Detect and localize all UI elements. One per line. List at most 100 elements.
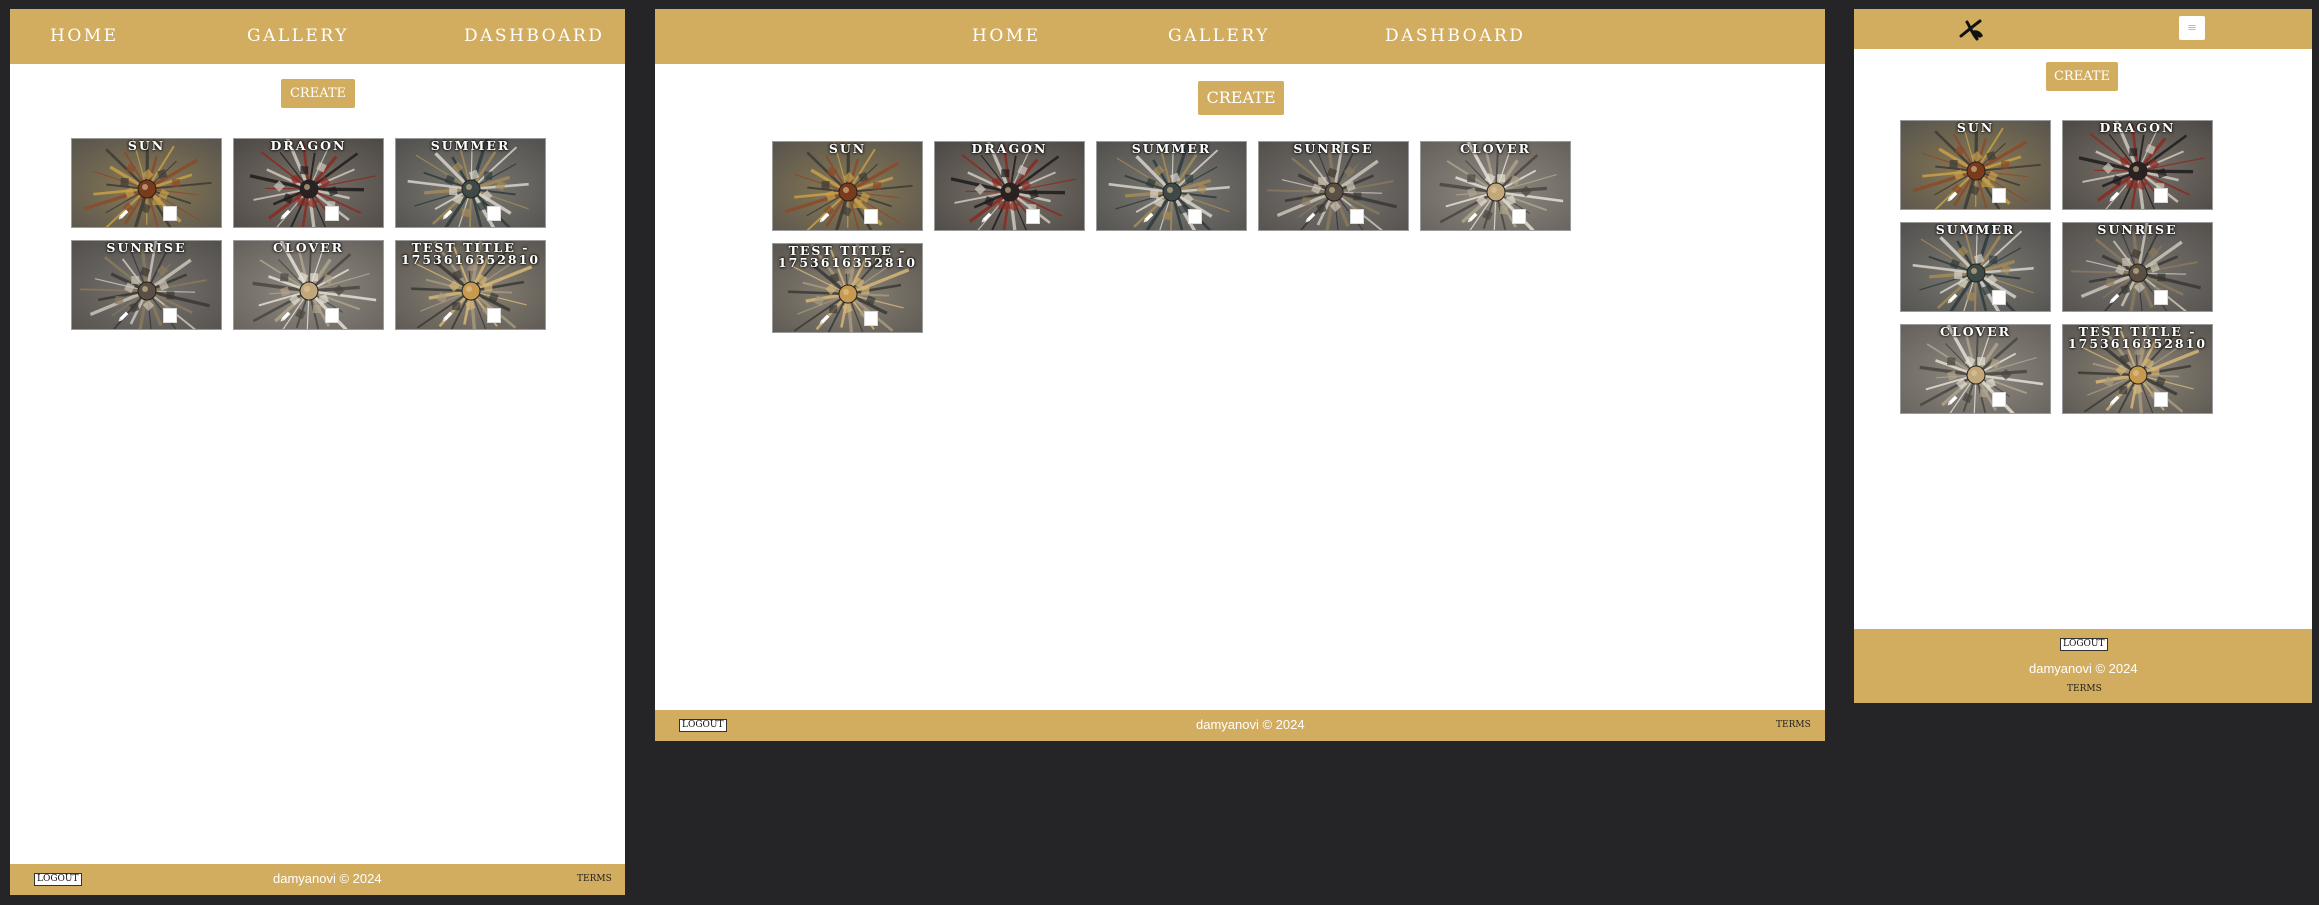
- card-title: Dragon: [270, 138, 347, 153]
- footer: Logout damyanovi © 2024 Terms: [1854, 629, 2312, 703]
- logout-button[interactable]: Logout: [2060, 638, 2108, 651]
- nav-gallery-link[interactable]: Gallery: [1168, 9, 1270, 64]
- delete-checkbox[interactable]: [163, 308, 177, 323]
- terms-link[interactable]: Terms: [2067, 684, 2102, 694]
- gallery-card[interactable]: Sunrise: [71, 240, 222, 330]
- gallery-card[interactable]: Clover: [233, 240, 384, 330]
- delete-checkbox[interactable]: [1992, 290, 2006, 305]
- gallery-card[interactable]: Dragon: [2062, 120, 2213, 210]
- pencil-icon[interactable]: [1466, 211, 1479, 224]
- gallery-card[interactable]: Test Title - 1753616352810: [2062, 324, 2213, 414]
- card-title: Clover: [272, 240, 345, 255]
- pencil-icon[interactable]: [1142, 211, 1155, 224]
- delete-checkbox[interactable]: [1188, 209, 1202, 224]
- footer: Logout damyanovi © 2024 Terms: [655, 710, 1825, 741]
- delete-checkbox[interactable]: [325, 206, 339, 221]
- delete-checkbox[interactable]: [487, 206, 501, 221]
- pencil-icon[interactable]: [279, 310, 292, 323]
- delete-checkbox[interactable]: [2154, 290, 2168, 305]
- card-title: Sun: [828, 141, 867, 156]
- card-title: Sunrise: [2097, 222, 2178, 237]
- pencil-icon[interactable]: [1946, 190, 1959, 203]
- nav-dashboard-link[interactable]: Dashboard: [1385, 9, 1525, 64]
- brand-logo-icon[interactable]: [1958, 17, 1986, 43]
- card-title: Summer: [430, 138, 511, 153]
- navbar: ≡: [1854, 9, 2312, 49]
- card-title: Dragon: [971, 141, 1048, 156]
- create-button[interactable]: Create: [1198, 81, 1284, 115]
- gallery-card[interactable]: Test Title - 1753616352810: [395, 240, 546, 330]
- pencil-icon[interactable]: [980, 211, 993, 224]
- copyright-text: damyanovi © 2024: [1196, 717, 1305, 732]
- card-title: Sunrise: [1293, 141, 1374, 156]
- copyright-text: damyanovi © 2024: [273, 871, 382, 886]
- nav-home-link[interactable]: Home: [972, 9, 1041, 64]
- delete-checkbox[interactable]: [1512, 209, 1526, 224]
- pencil-icon[interactable]: [441, 208, 454, 221]
- logout-button[interactable]: Logout: [679, 719, 727, 732]
- copyright-text: damyanovi © 2024: [2029, 661, 2138, 676]
- pencil-icon[interactable]: [1304, 211, 1317, 224]
- nav-gallery-link[interactable]: Gallery: [247, 9, 349, 64]
- delete-checkbox[interactable]: [864, 311, 878, 326]
- pencil-icon[interactable]: [117, 208, 130, 221]
- card-title: Sun: [127, 138, 166, 153]
- pencil-icon[interactable]: [117, 310, 130, 323]
- pencil-icon[interactable]: [279, 208, 292, 221]
- card-title: Clover: [1459, 141, 1532, 156]
- delete-checkbox[interactable]: [1992, 188, 2006, 203]
- delete-checkbox[interactable]: [1992, 392, 2006, 407]
- logout-button[interactable]: Logout: [34, 873, 82, 886]
- gallery-card[interactable]: Sun: [1900, 120, 2051, 210]
- pencil-icon[interactable]: [441, 310, 454, 323]
- pencil-icon[interactable]: [818, 313, 831, 326]
- delete-checkbox[interactable]: [864, 209, 878, 224]
- create-button[interactable]: Create: [2046, 62, 2118, 91]
- delete-checkbox[interactable]: [2154, 188, 2168, 203]
- create-button[interactable]: Create: [281, 79, 355, 108]
- card-title: Test Title - 1753616352810: [400, 240, 541, 267]
- delete-checkbox[interactable]: [1026, 209, 1040, 224]
- terms-link[interactable]: Terms: [577, 874, 612, 884]
- pencil-icon[interactable]: [2108, 292, 2121, 305]
- gallery-card[interactable]: Test Title - 1753616352810: [772, 243, 923, 333]
- pencil-icon[interactable]: [2108, 190, 2121, 203]
- gallery-card[interactable]: Sunrise: [2062, 222, 2213, 312]
- gallery-card[interactable]: Sunrise: [1258, 141, 1409, 231]
- gallery-card[interactable]: Sun: [71, 138, 222, 228]
- delete-checkbox[interactable]: [1350, 209, 1364, 224]
- footer: Logout damyanovi © 2024 Terms: [10, 864, 625, 895]
- nav-home-link[interactable]: Home: [50, 9, 119, 64]
- gallery-card[interactable]: Dragon: [233, 138, 384, 228]
- gallery-card[interactable]: Clover: [1900, 324, 2051, 414]
- gallery-card[interactable]: Dragon: [934, 141, 1085, 231]
- card-title: Summer: [1935, 222, 2016, 237]
- pencil-icon[interactable]: [1946, 292, 1959, 305]
- gallery-card[interactable]: Summer: [1900, 222, 2051, 312]
- delete-checkbox[interactable]: [487, 308, 501, 323]
- pencil-icon[interactable]: [818, 211, 831, 224]
- card-title: Test Title - 1753616352810: [2067, 324, 2208, 351]
- tablet-view: Home Gallery Dashboard Create Sun Dragon S…: [10, 9, 625, 895]
- delete-checkbox[interactable]: [325, 308, 339, 323]
- gallery-card[interactable]: Summer: [1096, 141, 1247, 231]
- pencil-icon[interactable]: [1946, 394, 1959, 407]
- delete-checkbox[interactable]: [2154, 392, 2168, 407]
- card-title: Clover: [1939, 324, 2012, 339]
- navbar: Home Gallery Dashboard: [10, 9, 625, 64]
- pencil-icon[interactable]: [2108, 394, 2121, 407]
- navbar: Home Gallery Dashboard: [655, 9, 1825, 64]
- terms-link[interactable]: Terms: [1776, 720, 1811, 730]
- gallery-card[interactable]: Summer: [395, 138, 546, 228]
- card-title: Test Title - 1753616352810: [777, 243, 918, 270]
- gallery-card[interactable]: Clover: [1420, 141, 1571, 231]
- card-title: Summer: [1131, 141, 1212, 156]
- desktop-view: Home Gallery Dashboard Create Sun Dragon S…: [655, 9, 1825, 741]
- menu-toggle-button[interactable]: ≡: [2179, 16, 2205, 40]
- card-title: Sun: [1956, 120, 1995, 135]
- card-title: Sunrise: [106, 240, 187, 255]
- delete-checkbox[interactable]: [163, 206, 177, 221]
- mobile-view: ≡ Create Sun Dragon Summer Sunrise Clover Tes…: [1854, 9, 2312, 703]
- nav-dashboard-link[interactable]: Dashboard: [464, 9, 604, 64]
- gallery-card[interactable]: Sun: [772, 141, 923, 231]
